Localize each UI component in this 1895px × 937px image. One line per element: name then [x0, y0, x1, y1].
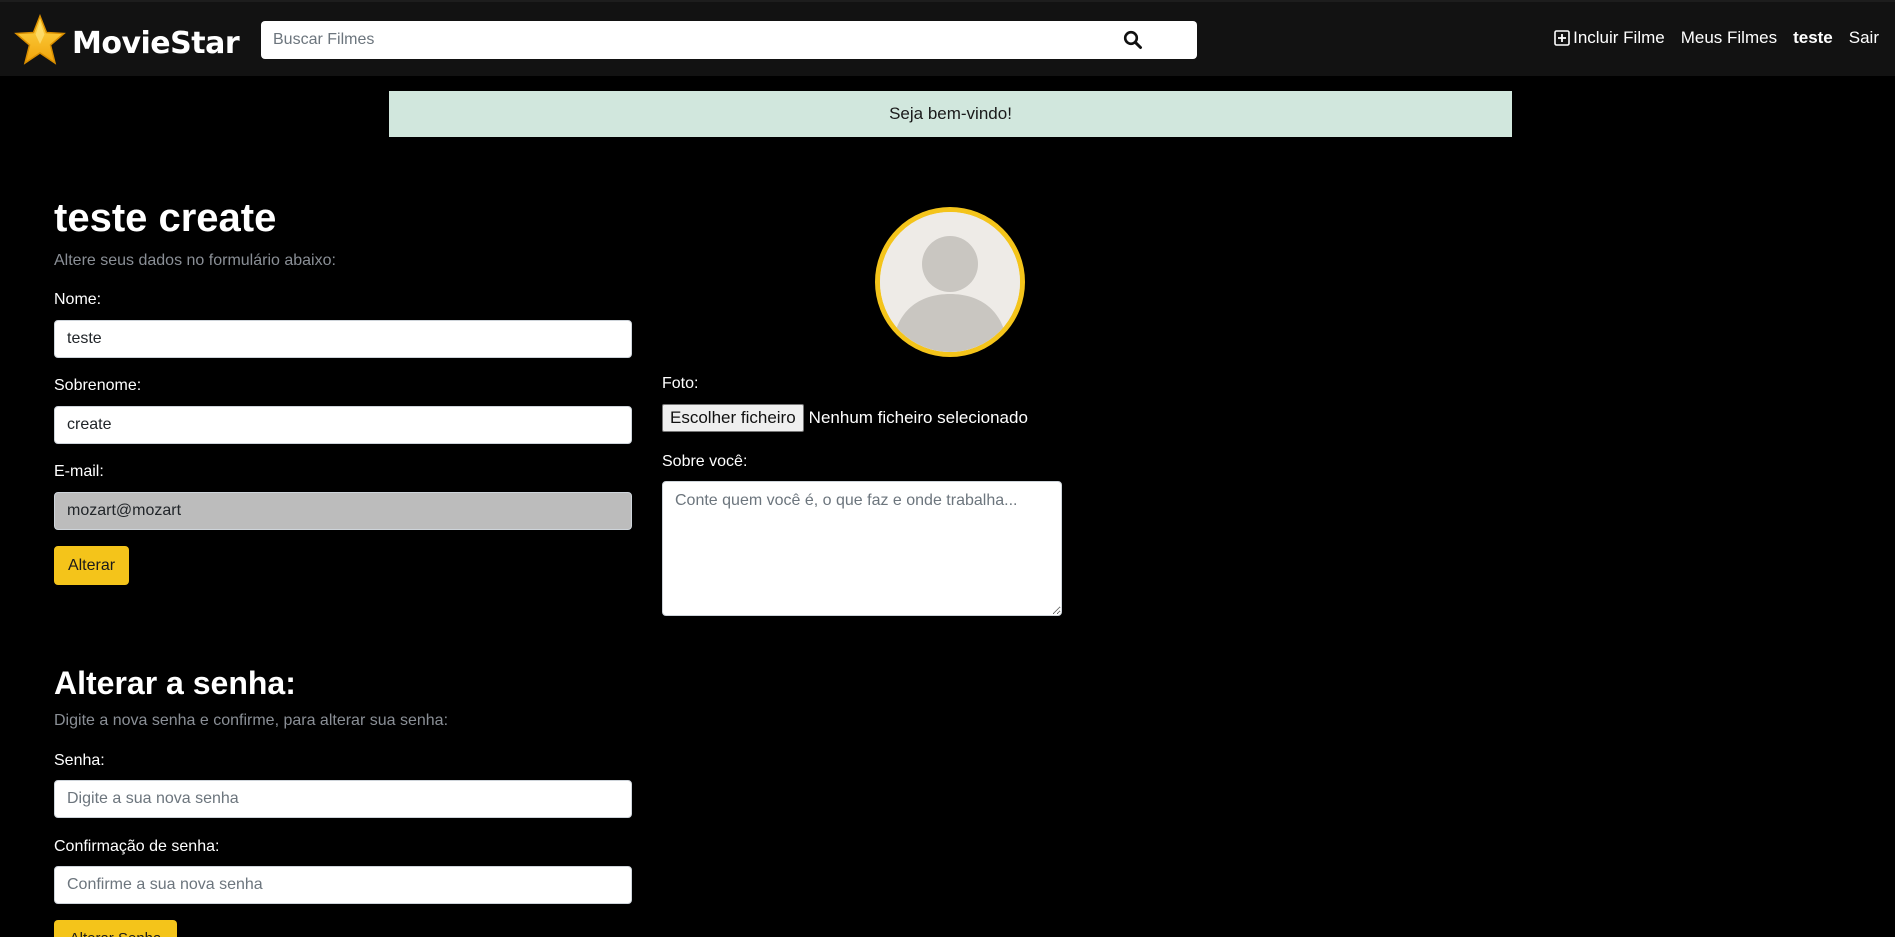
profile-title: teste create [54, 196, 277, 240]
email-label: E-mail: [54, 463, 104, 480]
nav-links: Incluir Filme Meus Filmes teste Sair [1538, 28, 1879, 48]
search-input[interactable] [261, 21, 1197, 59]
name-input[interactable] [54, 320, 632, 358]
welcome-alert: Seja bem-vindo! [389, 91, 1512, 137]
navbar: MovieStar Incluir Filme Meus Filmes test… [0, 0, 1895, 76]
search-icon[interactable] [1123, 30, 1143, 50]
name-label: Nome: [54, 291, 102, 308]
plus-square-icon [1554, 30, 1570, 46]
file-input: Escolher ficheiro Nenhum ficheiro seleci… [662, 404, 1028, 432]
add-movie-link[interactable]: Incluir Filme [1554, 28, 1665, 48]
confirm-password-label: Confirmação de senha: [54, 838, 220, 855]
update-profile-button[interactable]: Alterar [54, 546, 129, 585]
user-placeholder-icon [880, 212, 1020, 352]
star-logo-icon [14, 14, 66, 65]
bio-label: Sobre você: [662, 453, 748, 470]
password-title: Alterar a senha: [54, 665, 296, 701]
email-input [54, 492, 632, 530]
lastname-label: Sobrenome: [54, 377, 142, 394]
password-subtitle: Digite a nova senha e confirme, para alt… [54, 712, 449, 729]
brand-link[interactable]: MovieStar [14, 14, 240, 66]
choose-file-button[interactable]: Escolher ficheiro [662, 404, 804, 432]
file-status-text: Nenhum ficheiro selecionado [808, 408, 1028, 427]
avatar [875, 207, 1025, 357]
password-label: Senha: [54, 752, 105, 769]
alert-message: Seja bem-vindo! [889, 104, 1012, 123]
add-movie-label: Incluir Filme [1573, 28, 1665, 47]
lastname-input[interactable] [54, 406, 632, 444]
bio-textarea[interactable] [662, 481, 1062, 616]
my-movies-link[interactable]: Meus Filmes [1681, 28, 1777, 48]
brand-name: MovieStar [72, 25, 240, 61]
confirm-password-input[interactable] [54, 866, 632, 904]
logout-link[interactable]: Sair [1849, 28, 1879, 48]
profile-subtitle: Altere seus dados no formulário abaixo: [54, 252, 336, 269]
search-bar [261, 21, 1197, 59]
update-password-button[interactable]: Alterar Senha [54, 920, 177, 937]
photo-label: Foto: [662, 375, 699, 392]
user-profile-link[interactable]: teste [1793, 28, 1833, 48]
password-input[interactable] [54, 780, 632, 818]
